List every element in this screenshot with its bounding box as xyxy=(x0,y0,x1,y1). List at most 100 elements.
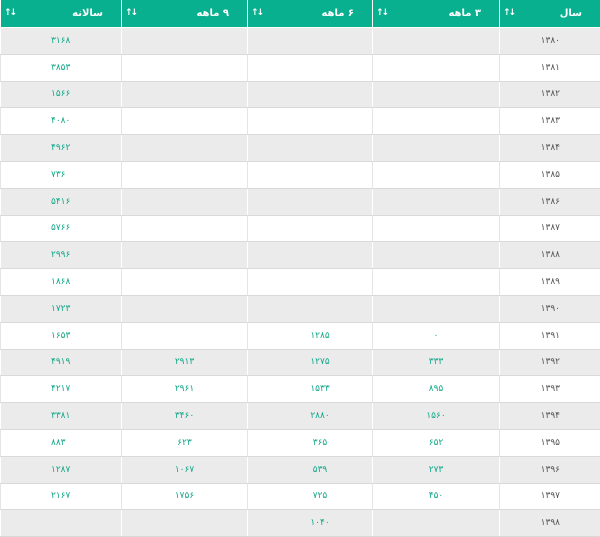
column-header-year[interactable]: سال ↓↑ xyxy=(499,0,600,28)
three-month-cell: ۸۹۵ xyxy=(372,375,500,404)
six-month-cell xyxy=(247,214,373,243)
three-month-cell xyxy=(372,214,500,243)
three-month-cell xyxy=(372,187,500,216)
nine-month-cell xyxy=(121,53,248,82)
column-header-annual[interactable]: سالانه ↓↑ xyxy=(0,0,122,28)
column-header-label: سالانه xyxy=(72,8,103,19)
year-cell: ۱۳۹۴ xyxy=(499,402,600,430)
year-cell: ۱۳۹۷ xyxy=(499,482,600,511)
nine-month-cell: ۱۷۵۶ xyxy=(121,482,248,511)
sort-arrows-icon[interactable]: ↓↑ xyxy=(376,8,389,18)
year-cell: ۱۳۹۰ xyxy=(499,294,600,323)
nine-month-cell xyxy=(121,321,248,350)
nine-month-cell xyxy=(121,107,248,136)
year-cell: ۱۳۹۵ xyxy=(499,428,600,457)
table-row: ۱۳۸۲ ۱۵۶۶ xyxy=(0,80,600,109)
table-row: ۱۳۹۵ ۶۵۲ ۳۶۵ ۶۲۳ ۸۸۳ xyxy=(0,428,600,457)
column-header-label: ۹ ماهه xyxy=(196,8,229,19)
year-cell: ۱۳۸۱ xyxy=(499,53,600,82)
annual-cell: ۱۶۵۳ xyxy=(0,321,122,350)
table-row: ۱۳۸۰ ۳۱۶۸ xyxy=(0,27,600,55)
three-month-cell: ۳۳۳ xyxy=(372,348,500,377)
annual-cell: ۱۵۶۶ xyxy=(0,80,122,109)
nine-month-cell xyxy=(121,294,248,323)
table-row: ۱۳۸۷ ۵۷۶۶ xyxy=(0,214,600,243)
year-cell: ۱۳۹۱ xyxy=(499,321,600,350)
table-row: ۱۳۸۴ ۴۹۶۲ xyxy=(0,134,600,162)
three-month-cell xyxy=(372,107,500,136)
three-month-cell: ۱۵۶۰ xyxy=(372,402,500,430)
year-cell: ۱۳۹۶ xyxy=(499,455,600,484)
year-cell: ۱۳۸۷ xyxy=(499,214,600,243)
three-month-cell xyxy=(372,268,500,296)
six-month-cell xyxy=(247,134,373,162)
three-month-cell xyxy=(372,80,500,109)
annual-cell: ۴۹۱۹ xyxy=(0,348,122,377)
annual-cell: ۳۱۶۸ xyxy=(0,27,122,55)
three-month-cell xyxy=(372,160,500,189)
three-month-cell: ۲۷۳ xyxy=(372,455,500,484)
six-month-cell: ۵۳۹ xyxy=(247,455,373,484)
six-month-cell xyxy=(247,107,373,136)
column-header-9-month[interactable]: ۹ ماهه ↓↑ xyxy=(121,0,248,28)
table-row: ۱۳۸۹ ۱۸۶۸ xyxy=(0,268,600,296)
table-row: ۱۳۸۶ ۵۴۱۶ xyxy=(0,187,600,216)
year-cell: ۱۳۸۳ xyxy=(499,107,600,136)
six-month-cell: ۷۲۵ xyxy=(247,482,373,511)
nine-month-cell: ۶۲۳ xyxy=(121,428,248,457)
year-cell: ۱۳۸۸ xyxy=(499,241,600,270)
column-header-label: ۳ ماهه xyxy=(448,8,481,19)
three-month-cell: ۶۵۲ xyxy=(372,428,500,457)
six-month-cell: ۱۵۳۳ xyxy=(247,375,373,404)
column-header-label: ۶ ماهه xyxy=(321,8,354,19)
annual-cell: ۱۲۸۷ xyxy=(0,455,122,484)
three-month-cell: ۰ xyxy=(372,321,500,350)
annual-cell: ۵۷۶۶ xyxy=(0,214,122,243)
sort-arrows-icon[interactable]: ↓↑ xyxy=(503,8,516,18)
annual-cell: ۴۰۸۰ xyxy=(0,107,122,136)
three-month-cell xyxy=(372,27,500,55)
table-row: ۱۳۹۱ ۰ ۱۲۸۵ ۱۶۵۳ xyxy=(0,321,600,350)
nine-month-cell xyxy=(121,187,248,216)
six-month-cell: ۳۶۵ xyxy=(247,428,373,457)
year-cell: ۱۳۹۸ xyxy=(499,509,600,537)
table-row: ۱۳۹۶ ۲۷۳ ۵۳۹ ۱۰۶۷ ۱۲۸۷ xyxy=(0,455,600,484)
year-cell: ۱۳۸۹ xyxy=(499,268,600,296)
column-header-label: سال xyxy=(559,8,582,19)
six-month-cell xyxy=(247,27,373,55)
six-month-cell: ۱۲۸۵ xyxy=(247,321,373,350)
table-row: ۱۳۹۴ ۱۵۶۰ ۲۸۸۰ ۳۴۶۰ ۳۳۸۱ xyxy=(0,402,600,430)
annual-cell: ۲۹۹۶ xyxy=(0,241,122,270)
nine-month-cell xyxy=(121,27,248,55)
annual-cell: ۴۲۱۷ xyxy=(0,375,122,404)
table-row: ۱۳۹۳ ۸۹۵ ۱۵۳۳ ۲۹۶۱ ۴۲۱۷ xyxy=(0,375,600,404)
six-month-cell xyxy=(247,80,373,109)
year-cell: ۱۳۸۵ xyxy=(499,160,600,189)
table-row: ۱۳۹۰ ۱۷۲۳ xyxy=(0,294,600,323)
nine-month-cell xyxy=(121,241,248,270)
sort-arrows-icon[interactable]: ↓↑ xyxy=(251,8,264,18)
column-header-6-month[interactable]: ۶ ماهه ↓↑ xyxy=(247,0,373,28)
three-month-cell xyxy=(372,53,500,82)
data-table-container: سال ↓↑ ۳ ماهه ↓↑ ۶ ماهه ↓↑ ۹ ماهه ↓↑ سال… xyxy=(0,0,600,537)
three-month-cell xyxy=(372,509,500,537)
annual-cell: ۸۸۳ xyxy=(0,428,122,457)
annual-cell: ۳۸۵۳ xyxy=(0,53,122,82)
six-month-cell: ۱۰۴۰ xyxy=(247,509,373,537)
header-row: سال ↓↑ ۳ ماهه ↓↑ ۶ ماهه ↓↑ ۹ ماهه ↓↑ سال… xyxy=(0,0,600,28)
six-month-cell xyxy=(247,53,373,82)
six-month-cell: ۲۸۸۰ xyxy=(247,402,373,430)
three-month-cell: ۴۵۰ xyxy=(372,482,500,511)
nine-month-cell xyxy=(121,268,248,296)
annual-cell: ۲۱۶۷ xyxy=(0,482,122,511)
sort-arrows-icon[interactable]: ↓↑ xyxy=(125,8,138,18)
annual-cell: ۱۸۶۸ xyxy=(0,268,122,296)
data-table: سال ↓↑ ۳ ماهه ↓↑ ۶ ماهه ↓↑ ۹ ماهه ↓↑ سال… xyxy=(0,0,600,537)
nine-month-cell: ۲۹۱۳ xyxy=(121,348,248,377)
column-header-3-month[interactable]: ۳ ماهه ↓↑ xyxy=(372,0,500,28)
three-month-cell xyxy=(372,294,500,323)
nine-month-cell: ۳۴۶۰ xyxy=(121,402,248,430)
annual-cell xyxy=(0,509,122,537)
sort-arrows-icon[interactable]: ↓↑ xyxy=(4,8,17,18)
year-cell: ۱۳۸۶ xyxy=(499,187,600,216)
